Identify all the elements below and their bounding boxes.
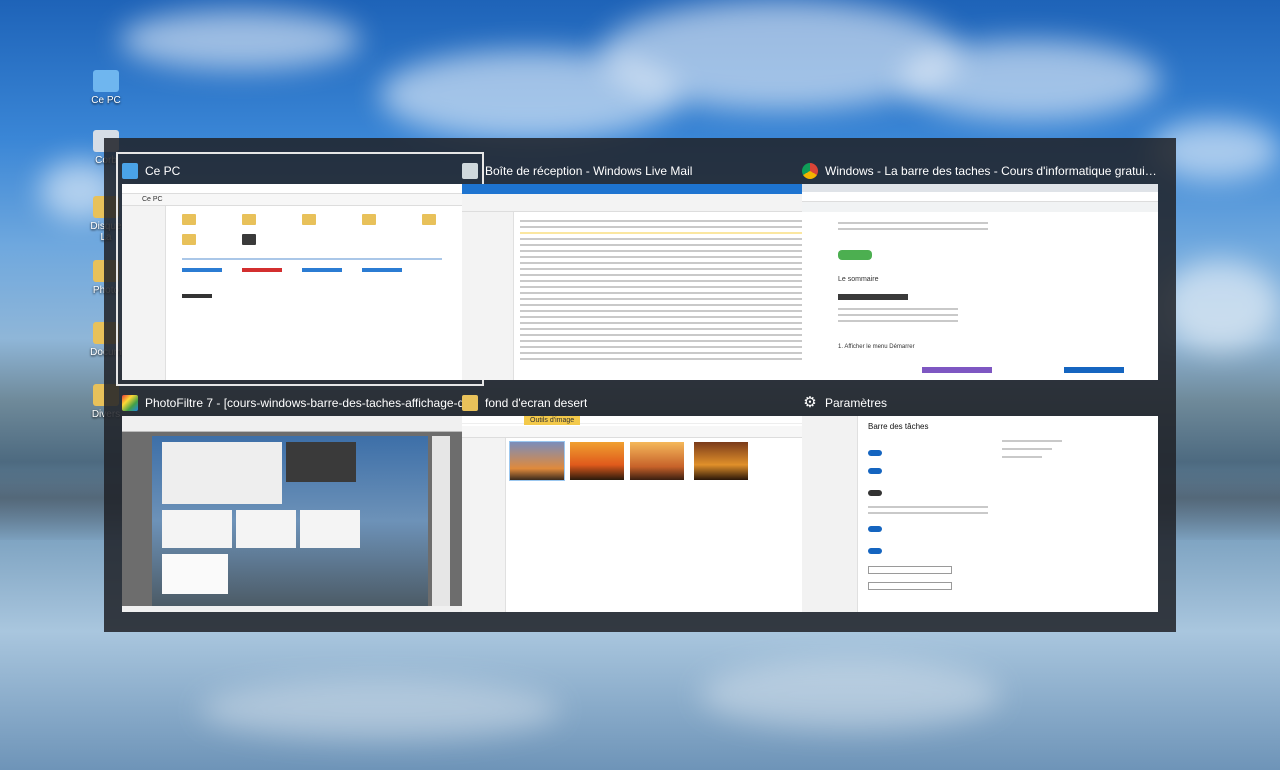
window-parametres[interactable]: ⚙ Paramètres Barre des tâches xyxy=(802,390,1158,612)
mail-icon xyxy=(462,163,478,179)
window-ce-pc[interactable]: Ce PC Ce PC xyxy=(116,152,484,386)
window-thumbnail xyxy=(462,184,818,380)
window-chrome[interactable]: Windows - La barre des taches - Cours d'… xyxy=(802,158,1158,380)
folder-icon xyxy=(462,395,478,411)
gear-icon: ⚙ xyxy=(803,394,817,411)
chrome-icon xyxy=(802,163,818,179)
window-thumbnail xyxy=(122,416,478,612)
window-title: fond d'ecran desert xyxy=(485,396,588,410)
window-title: PhotoFiltre 7 - [cours-windows-barre-des… xyxy=(145,396,478,410)
window-thumbnail: Le sommaire 1. Afficher le menu Démarrer xyxy=(802,184,1158,380)
computer-icon xyxy=(122,163,138,179)
window-title: Boîte de réception - Windows Live Mail xyxy=(485,164,693,178)
task-switcher: Ce PC Ce PC Boîte de réception - Windows… xyxy=(104,138,1176,632)
window-title: Paramètres xyxy=(825,396,888,410)
computer-icon xyxy=(93,70,119,92)
window-photofiltre[interactable]: PhotoFiltre 7 - [cours-windows-barre-des… xyxy=(122,390,478,612)
desktop-icon-ce-pc[interactable]: Ce PC xyxy=(86,70,126,106)
window-thumbnail: Barre des tâches xyxy=(802,416,1158,612)
window-fond-ecran-desert[interactable]: fond d'ecran desert Outils d'image xyxy=(462,390,818,612)
photofiltre-icon xyxy=(122,395,138,411)
window-title: Ce PC xyxy=(145,164,181,178)
window-title: Windows - La barre des taches - Cours d'… xyxy=(825,164,1158,178)
window-thumbnail: Outils d'image xyxy=(462,416,818,612)
window-thumbnail: Ce PC xyxy=(122,184,478,380)
window-windows-live-mail[interactable]: Boîte de réception - Windows Live Mail xyxy=(462,158,818,380)
